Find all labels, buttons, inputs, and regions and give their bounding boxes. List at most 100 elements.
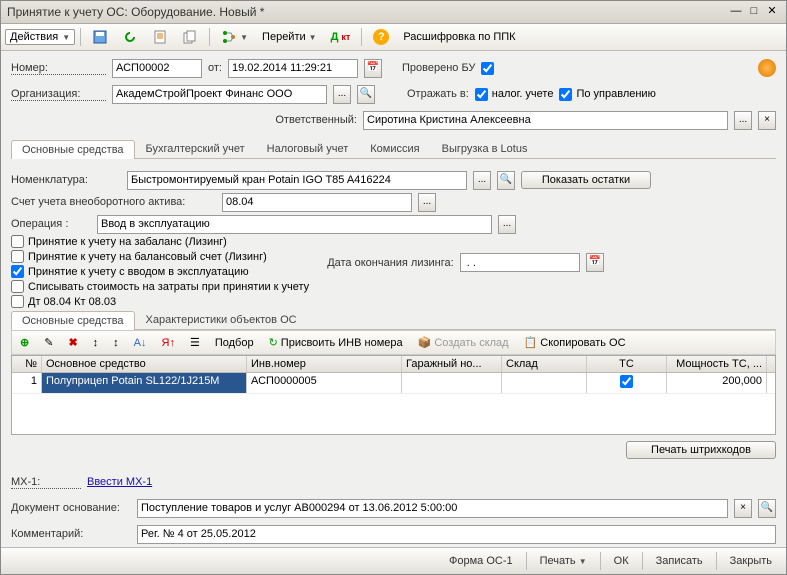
form-os1-button[interactable]: Форма ОС-1: [443, 553, 519, 569]
close-button[interactable]: Закрыть: [724, 553, 778, 569]
org-label: Организация:: [11, 88, 106, 101]
cb-zabalance[interactable]: Принятие к учету на забаланс (Лизинг): [11, 235, 309, 248]
main-tabs: Основные средства Бухгалтерский учет Нал…: [11, 139, 776, 159]
grid-toolbar: ⊕ ✎ ✖ ↕ ↕ A↓ Я↑ ☰ Подбор ↻ Присвоить ИНВ…: [11, 330, 776, 355]
cell-gar[interactable]: [402, 373, 502, 393]
date-input[interactable]: [228, 59, 358, 78]
nalog-checkbox-wrap[interactable]: налог. учете: [475, 88, 554, 101]
cb-exploitation[interactable]: Принятие к учету с вводом в эксплуатацию: [11, 265, 309, 278]
print-button[interactable]: Печать ▼: [534, 553, 593, 569]
table-row[interactable]: 1 Полуприцеп Potain SL122/1J215M АСП0000…: [12, 373, 775, 394]
status-icon[interactable]: [758, 59, 776, 77]
nomen-select-button[interactable]: ...: [473, 171, 491, 190]
number-input[interactable]: [112, 59, 202, 78]
checked-bu-checkbox[interactable]: [481, 62, 494, 75]
cell-inv[interactable]: АСП0000005: [247, 373, 402, 393]
list-icon[interactable]: ☰: [184, 333, 206, 352]
create-warehouse-button[interactable]: 📦 Создать склад: [412, 333, 515, 352]
mx1-link[interactable]: Ввести МХ-1: [87, 476, 152, 488]
add-row-icon[interactable]: ⊕: [14, 333, 35, 352]
org-input[interactable]: [112, 85, 327, 104]
tab-comm[interactable]: Комиссия: [359, 139, 430, 158]
cb-dt-kt[interactable]: Дт 08.04 Кт 08.03: [11, 295, 309, 308]
col-pow[interactable]: Мощность ТС, ...: [667, 356, 767, 372]
resp-select-button[interactable]: ...: [734, 111, 752, 130]
cb-writeoff[interactable]: Списывать стоимость на затраты при приня…: [11, 280, 309, 293]
nomen-lookup-button[interactable]: 🔍: [497, 171, 515, 190]
toolbar-doc-icon[interactable]: [146, 26, 174, 48]
calendar-icon[interactable]: 📅: [364, 59, 382, 78]
tab-nu[interactable]: Налоговый учет: [256, 139, 360, 158]
show-balance-button[interactable]: Показать остатки: [521, 171, 651, 189]
cell-skl[interactable]: [502, 373, 587, 393]
doc-base-clear-button[interactable]: ×: [734, 499, 752, 518]
leasing-date-input[interactable]: [460, 253, 580, 272]
toolbar-refresh-icon[interactable]: [116, 26, 144, 48]
doc-base-lookup-button[interactable]: 🔍: [758, 499, 776, 518]
actions-dropdown[interactable]: Действия ▼: [5, 29, 75, 45]
tab-lotus[interactable]: Выгрузка в Lotus: [431, 139, 539, 158]
resp-label: Ответственный:: [11, 114, 357, 126]
main-toolbar: Действия ▼ ▼ Перейти ▼ Дкт ? Расшифровка…: [1, 24, 786, 51]
upr-checkbox[interactable]: [559, 88, 572, 101]
mx1-label: МХ-1:: [11, 476, 81, 489]
cell-tc[interactable]: [587, 373, 667, 393]
footer: Форма ОС-1 Печать ▼ ОК Записать Закрыть: [1, 547, 786, 574]
checked-bu-label: Проверено БУ: [402, 62, 475, 74]
edit-row-icon[interactable]: ✎: [38, 333, 59, 352]
save-button[interactable]: Записать: [650, 553, 709, 569]
nomen-label: Номенклатура:: [11, 174, 121, 186]
toolbar-dtkt-icon[interactable]: Дкт: [325, 28, 357, 46]
nomen-input[interactable]: [127, 171, 467, 190]
doc-base-label: Документ основание:: [11, 502, 131, 514]
cell-n[interactable]: 1: [12, 373, 42, 393]
operation-label: Операция :: [11, 218, 91, 230]
move-down-icon[interactable]: ↕: [107, 334, 125, 352]
nalog-checkbox[interactable]: [475, 88, 488, 101]
resp-clear-button[interactable]: ×: [758, 111, 776, 130]
move-up-icon[interactable]: ↕: [87, 334, 105, 352]
col-gar[interactable]: Гаражный но...: [402, 356, 502, 372]
comment-input[interactable]: [137, 525, 776, 544]
goto-button[interactable]: Перейти ▼: [256, 28, 323, 46]
doc-base-input[interactable]: [137, 499, 728, 518]
col-n[interactable]: №: [12, 356, 42, 372]
delete-row-icon[interactable]: ✖: [62, 333, 83, 352]
assign-inv-button[interactable]: ↻ Присвоить ИНВ номера: [263, 333, 409, 352]
col-tc[interactable]: ТС: [587, 356, 667, 372]
account-select-button[interactable]: ...: [418, 193, 436, 212]
col-os[interactable]: Основное средство: [42, 356, 247, 372]
sort-desc-icon[interactable]: Я↑: [156, 334, 181, 352]
leasing-calendar-icon[interactable]: 📅: [586, 253, 604, 272]
decode-ppk-button[interactable]: Расшифровка по ППК: [397, 28, 521, 46]
cell-pow[interactable]: 200,000: [667, 373, 767, 393]
toolbar-tree-icon[interactable]: ▼: [215, 26, 254, 48]
sort-asc-icon[interactable]: A↓: [128, 334, 153, 352]
toolbar-save-icon[interactable]: [86, 26, 114, 48]
cb-balance[interactable]: Принятие к учету на балансовый счет (Лиз…: [11, 250, 309, 263]
upr-checkbox-wrap[interactable]: По управлению: [559, 88, 655, 101]
select-button[interactable]: Подбор: [209, 334, 260, 352]
toolbar-copy-icon[interactable]: [176, 26, 204, 48]
operation-input[interactable]: [97, 215, 492, 234]
org-select-button[interactable]: ...: [333, 85, 351, 104]
copy-os-button[interactable]: 📋 Скопировать ОС: [518, 333, 632, 352]
tc-checkbox[interactable]: [620, 375, 633, 388]
org-lookup-button[interactable]: 🔍: [357, 85, 375, 104]
account-input[interactable]: [222, 193, 412, 212]
tab-os[interactable]: Основные средства: [11, 140, 135, 159]
help-button[interactable]: ?: [367, 26, 395, 48]
col-inv[interactable]: Инв.номер: [247, 356, 402, 372]
subtab-char[interactable]: Характеристики объектов ОС: [135, 310, 308, 329]
cell-os[interactable]: Полуприцеп Potain SL122/1J215M: [42, 373, 247, 393]
operation-select-button[interactable]: ...: [498, 215, 516, 234]
resp-input[interactable]: [363, 111, 728, 130]
ok-button[interactable]: ОК: [608, 553, 635, 569]
tab-bu[interactable]: Бухгалтерский учет: [135, 139, 256, 158]
close-button[interactable]: ✕: [764, 5, 780, 19]
subtab-os[interactable]: Основные средства: [11, 311, 135, 330]
print-barcodes-button[interactable]: Печать штрихкодов: [626, 441, 776, 459]
minimize-button[interactable]: —: [728, 5, 744, 19]
maximize-button[interactable]: □: [746, 5, 762, 19]
col-skl[interactable]: Склад: [502, 356, 587, 372]
